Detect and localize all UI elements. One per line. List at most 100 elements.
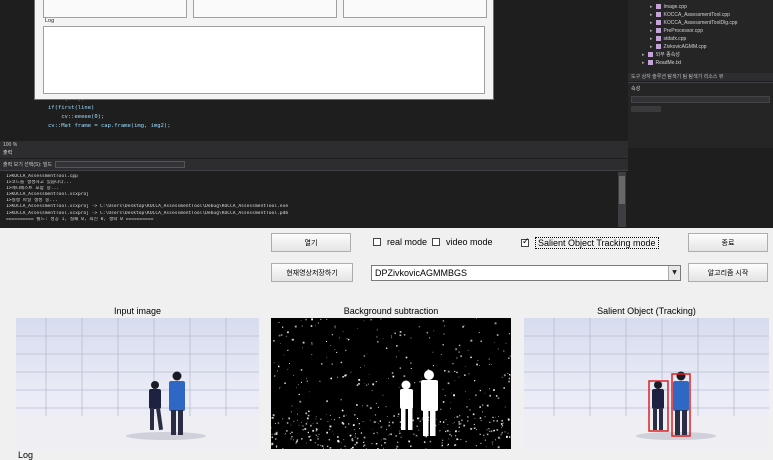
line-number: [0, 9, 34, 18]
start-algorithm-button[interactable]: 알고리즘 시작: [688, 263, 768, 282]
solution-file-label: stdafx.cpp: [663, 36, 687, 42]
videomode-box[interactable]: [432, 238, 440, 246]
output-log: 1>KOCCA_AssessmentTool.cpp 1>코드를 생성하고 있습니…: [6, 174, 616, 223]
line-number: [0, 95, 34, 104]
line-number: [0, 52, 34, 61]
line-number: [0, 26, 34, 35]
output-scrollbar[interactable]: [618, 172, 626, 227]
output-source-label: 출력 보기 선택(S): 빌드: [3, 162, 53, 168]
file-icon: [647, 52, 653, 58]
solution-file-label: Image.cpp: [663, 4, 687, 10]
algorithm-select-value: DPZivkovicAGMMBGS: [375, 268, 468, 278]
line-number: [0, 129, 34, 138]
editor-zoom-bar[interactable]: 100 %: [0, 141, 628, 149]
solution-file-item[interactable]: ▸ KOCCA_AssessmentTool.cpp: [650, 11, 730, 19]
line-number: [0, 86, 34, 95]
file-icon: [655, 28, 661, 34]
expand-arrow-icon[interactable]: ▸: [650, 4, 653, 10]
solution-file-label: ZivkovicAGMM.cpp: [663, 44, 707, 50]
file-icon: [655, 44, 661, 50]
file-icon: [655, 12, 661, 18]
properties-combo[interactable]: [631, 96, 770, 103]
line-number-gutter: [0, 0, 34, 143]
solution-file-item[interactable]: ▸ KOCCA_AssessmentToolDlg.cpp: [650, 19, 737, 27]
properties-title: 속성: [631, 86, 641, 92]
line-number: [0, 120, 34, 129]
expand-arrow-icon[interactable]: ▸: [650, 20, 653, 26]
solution-file-label: ReadMe.txt: [655, 60, 682, 66]
code-editor[interactable]: nnnnn(ccc);if(first(line) cv::eeeee(0);c…: [48, 95, 171, 131]
output-toolbar: 출력 보기 선택(S): 빌드: [0, 159, 628, 171]
salient-tracking-label: Salient Object Tracking mode: [535, 237, 659, 249]
zoom-level[interactable]: 100 %: [3, 142, 17, 148]
solution-file-label: 외부 종속성: [655, 52, 680, 58]
solution-file-item[interactable]: ▸ ZivkovicAGMM.cpp: [650, 43, 707, 51]
file-icon: [655, 36, 661, 42]
output-panel-title: 출력: [0, 149, 628, 158]
properties-toolbar[interactable]: [631, 106, 661, 112]
assessment-tool-window: 열기 real mode video mode Salient Object T…: [0, 228, 773, 460]
line-number: [0, 34, 34, 43]
expand-arrow-icon[interactable]: ▸: [650, 12, 653, 18]
salient-tracking-checkbox[interactable]: Salient Object Tracking mode: [521, 237, 659, 249]
solution-explorer: ▸ Image.cpp ▸ KOCCA_AssessmentTool.cpp ▸ KOCC…: [628, 0, 773, 75]
properties-panel: 속성: [628, 82, 773, 148]
solution-file-item[interactable]: ▸ 외부 종속성: [642, 51, 680, 59]
solution-file-label: KOCCA_AssessmentTool.cpp: [663, 12, 730, 18]
background-subtraction-caption: Background subtraction: [343, 306, 439, 316]
running-dialog-window[interactable]: Log: [34, 0, 494, 100]
output-scroll-thumb[interactable]: [619, 176, 625, 204]
realmode-label: real mode: [387, 237, 428, 247]
dialog-log-label: Log: [45, 18, 55, 24]
salient-object-view: [524, 318, 769, 449]
line-number: [0, 0, 34, 9]
expand-arrow-icon[interactable]: ▸: [650, 28, 653, 34]
videomode-checkbox[interactable]: video mode: [432, 237, 493, 247]
videomode-label: video mode: [446, 237, 493, 247]
expand-arrow-icon[interactable]: ▸: [650, 44, 653, 50]
salient-object-caption: Salient Object (Tracking): [597, 306, 696, 316]
realmode-box[interactable]: [373, 238, 381, 246]
exit-button[interactable]: 종료: [688, 233, 768, 252]
input-image-caption: Input image: [113, 306, 162, 316]
dialog-panel-1: [43, 0, 187, 18]
open-button[interactable]: 열기: [271, 233, 351, 252]
solution-file-item[interactable]: ▸ PreProcessor.cpp: [650, 27, 703, 35]
code-line: if(first(line): [48, 105, 95, 111]
code-line: cv::Mat frame = cap.frame(img, img2);: [48, 123, 171, 129]
line-number: [0, 69, 34, 78]
expand-arrow-icon[interactable]: ▸: [642, 52, 645, 58]
file-icon: [647, 60, 653, 66]
output-source-select[interactable]: [55, 161, 186, 169]
chevron-down-icon[interactable]: ▼: [668, 266, 680, 280]
log-label: Log: [18, 450, 34, 460]
background-subtraction-view: [271, 318, 511, 449]
algorithm-select[interactable]: DPZivkovicAGMMBGS ▼: [371, 265, 681, 281]
code-line: cv::eeeee(0);: [48, 114, 105, 120]
line-number: [0, 17, 34, 26]
solution-file-item[interactable]: ▸ Image.cpp: [650, 3, 687, 11]
line-number: [0, 77, 34, 86]
realmode-checkbox[interactable]: real mode: [373, 237, 427, 247]
input-image-view: [16, 318, 259, 449]
output-line: ========== 빌드: 성공 1, 실패 0, 최신 0, 생략 0 ==…: [6, 216, 154, 222]
line-number: [0, 60, 34, 69]
save-frame-button[interactable]: 현재영상저장하기: [271, 263, 353, 282]
line-number: [0, 103, 34, 112]
dialog-log-area[interactable]: [43, 26, 485, 94]
solution-file-label: KOCCA_AssessmentToolDlg.cpp: [663, 20, 738, 26]
expand-arrow-icon[interactable]: ▸: [642, 60, 645, 66]
ide-window: nnnnn(ccc);if(first(line) cv::eeeee(0);c…: [0, 0, 773, 228]
solution-file-label: PreProcessor.cpp: [663, 28, 703, 34]
solution-file-item[interactable]: ▸ ReadMe.txt: [642, 59, 681, 67]
line-number: [0, 112, 34, 121]
file-icon: [655, 20, 661, 26]
dialog-panel-2: [193, 0, 337, 18]
solution-tabs[interactable]: 도구 상자 솔루션 탐색기 팀 탐색기 리소스 뷰: [628, 73, 773, 81]
dialog-panel-3: [343, 0, 487, 18]
line-number: [0, 43, 34, 52]
file-icon: [655, 4, 661, 10]
expand-arrow-icon[interactable]: ▸: [650, 36, 653, 42]
salient-tracking-box[interactable]: [521, 237, 530, 247]
solution-file-item[interactable]: ▸ stdafx.cpp: [650, 35, 686, 43]
